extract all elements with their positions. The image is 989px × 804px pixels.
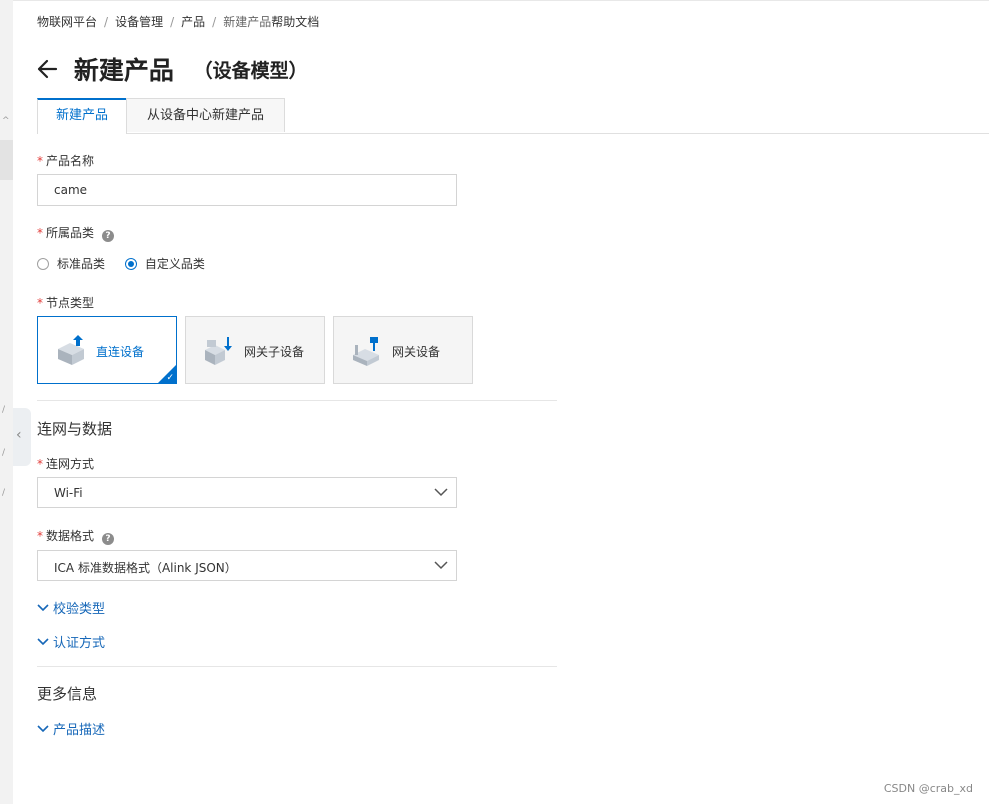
- tab-new-from-device-center[interactable]: 从设备中心新建产品: [126, 98, 285, 132]
- radio-circle-icon: [37, 257, 49, 270]
- page-title: 新建产品: [73, 56, 174, 85]
- expander-label: 校验类型: [53, 602, 106, 617]
- node-card-label: 直连设备: [96, 345, 145, 359]
- side-chevron-icon: ^: [2, 116, 10, 126]
- page-subtitle: （设备模型）: [193, 59, 308, 82]
- radio-label: 自定义品类: [144, 257, 205, 271]
- select-value: ICA 标准数据格式（Alink JSON）: [54, 561, 237, 575]
- chevron-down-icon: [434, 488, 448, 497]
- chevron-down-icon: [37, 724, 49, 732]
- data-format-select[interactable]: ICA 标准数据格式（Alink JSON）: [37, 550, 457, 581]
- section-divider: [37, 400, 557, 401]
- node-type-label-text: 节点类型: [46, 296, 95, 310]
- side-mark-icon: /: [2, 405, 6, 415]
- required-mark: *: [37, 296, 43, 310]
- gateway-device-icon: [353, 337, 379, 366]
- chevron-down-icon: [434, 561, 448, 570]
- product-name-label-text: 产品名称: [46, 154, 95, 168]
- product-name-label: * 产品名称: [37, 152, 94, 169]
- select-value: Wi-Fi: [54, 486, 83, 500]
- radio-standard-category[interactable]: 标准品类: [37, 255, 121, 272]
- section-divider: [37, 666, 557, 667]
- radio-checked-icon: [124, 257, 137, 270]
- category-label-text: 所属品类: [46, 226, 95, 240]
- direct-device-icon: [58, 335, 84, 365]
- required-mark: *: [37, 457, 43, 471]
- chevron-left-icon: ‹: [16, 427, 22, 443]
- side-nav-strip: ^ / / /: [0, 0, 13, 804]
- radio-custom-category[interactable]: 自定义品类: [124, 255, 221, 272]
- product-name-input[interactable]: [37, 174, 457, 206]
- side-nav-highlight: [0, 140, 13, 180]
- page-header: 新建产品 （设备模型）: [36, 51, 308, 85]
- breadcrumb-item-current: 新建产品: [223, 15, 272, 29]
- node-card-direct-device[interactable]: 直连设备 ✓: [37, 316, 177, 384]
- node-type-label: * 节点类型: [37, 294, 94, 311]
- side-mark-icon: /: [2, 488, 6, 498]
- node-card-label: 网关设备: [392, 345, 441, 359]
- required-mark: *: [37, 154, 43, 168]
- question-circle-icon[interactable]: ?: [102, 230, 115, 242]
- breadcrumb-separator: /: [170, 14, 175, 29]
- expander-verify-type[interactable]: 校验类型: [37, 598, 105, 617]
- question-circle-icon[interactable]: ?: [102, 533, 115, 545]
- category-label: * 所属品类?: [37, 224, 115, 242]
- chevron-down-icon: [37, 637, 49, 645]
- tab-new-product[interactable]: 新建产品: [37, 98, 127, 134]
- expander-auth-method[interactable]: 认证方式: [37, 632, 105, 651]
- breadcrumb-item-platform[interactable]: 物联网平台: [37, 15, 97, 29]
- node-card-label: 网关子设备: [244, 345, 305, 359]
- network-method-select[interactable]: Wi-Fi: [37, 477, 457, 508]
- help-docs-link[interactable]: 帮助文档: [271, 15, 319, 29]
- data-format-label: * 数据格式?: [37, 527, 115, 545]
- back-arrow-icon[interactable]: [36, 52, 58, 86]
- watermark: CSDN @crab_xd: [883, 782, 973, 795]
- section-title-more-info: 更多信息: [37, 685, 98, 703]
- breadcrumb-item-device-mgmt[interactable]: 设备管理: [115, 15, 163, 29]
- sidebar-collapse-handle[interactable]: ‹: [13, 408, 31, 466]
- required-mark: *: [37, 226, 43, 240]
- chevron-down-icon: [37, 603, 49, 611]
- breadcrumb: 物联网平台 / 设备管理 / 产品 / 新建产品帮助文档: [37, 13, 319, 30]
- breadcrumb-separator: /: [212, 14, 217, 29]
- data-format-label-text: 数据格式: [46, 529, 95, 543]
- node-card-gateway-device[interactable]: 网关设备: [333, 316, 473, 384]
- node-card-gateway-subdevice[interactable]: 网关子设备: [185, 316, 325, 384]
- section-title-network: 连网与数据: [37, 420, 113, 438]
- expander-product-description[interactable]: 产品描述: [37, 719, 105, 738]
- network-method-label: * 连网方式: [37, 455, 94, 472]
- radio-label: 标准品类: [57, 257, 106, 271]
- top-border: [13, 0, 989, 1]
- check-icon: ✓: [166, 373, 174, 383]
- breadcrumb-item-product[interactable]: 产品: [181, 15, 205, 29]
- network-method-label-text: 连网方式: [46, 457, 95, 471]
- breadcrumb-separator: /: [104, 14, 109, 29]
- expander-label: 产品描述: [53, 723, 106, 738]
- required-mark: *: [37, 529, 43, 543]
- tab-bar: 新建产品 从设备中心新建产品: [37, 98, 989, 134]
- expander-label: 认证方式: [53, 636, 106, 651]
- side-mark-icon: /: [2, 448, 6, 458]
- category-radio-group: 标准品类 自定义品类: [37, 255, 221, 272]
- gateway-subdevice-icon: [205, 337, 232, 365]
